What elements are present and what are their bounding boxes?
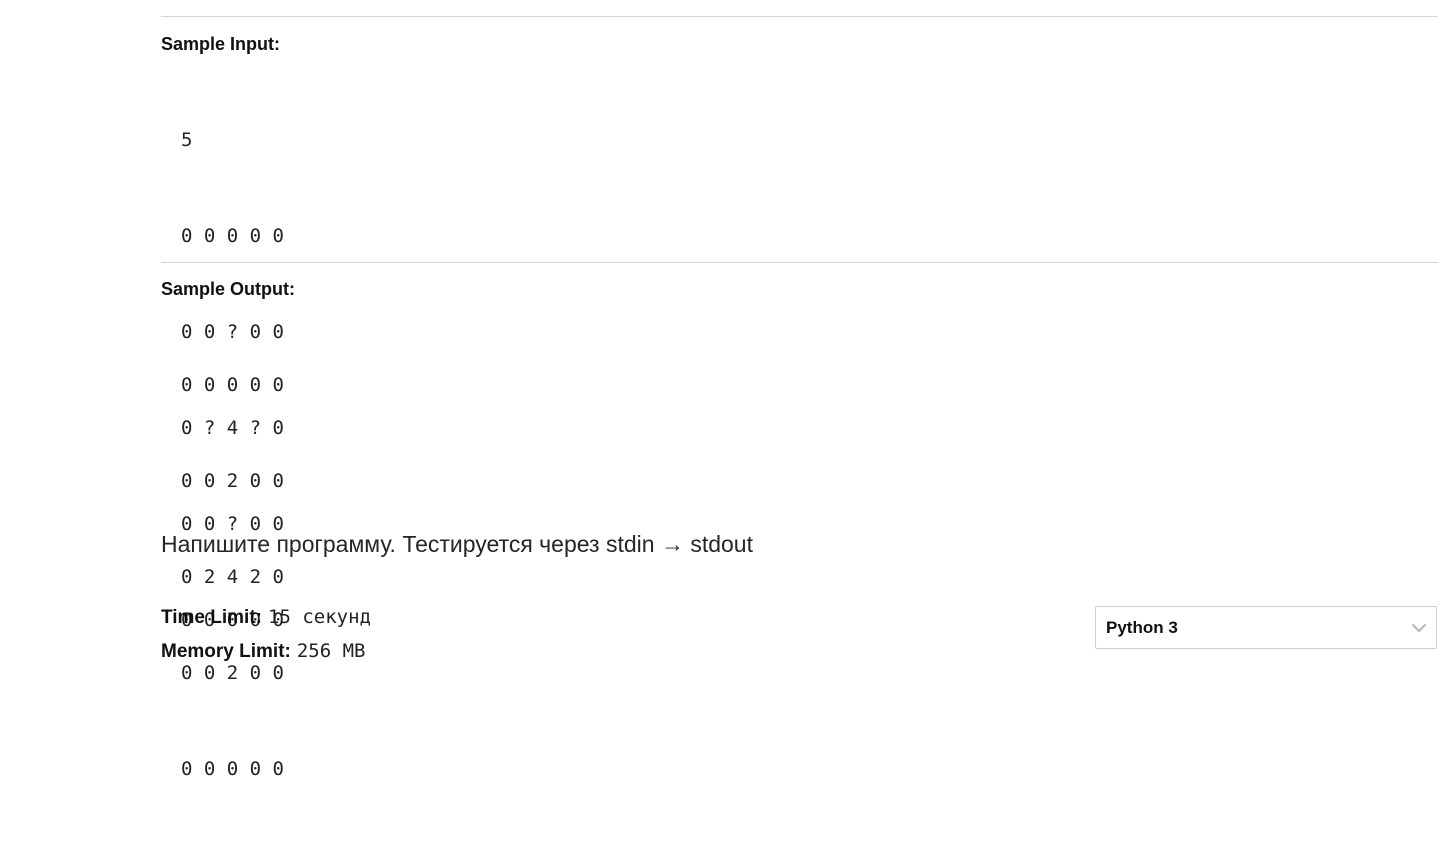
divider-middle bbox=[161, 262, 1438, 263]
chevron-down-icon bbox=[1410, 619, 1428, 637]
sample-input-line: 5 bbox=[181, 129, 193, 151]
memory-limit-label: Memory Limit: bbox=[161, 641, 291, 662]
sample-output-line: 0 0 0 0 0 bbox=[181, 374, 284, 396]
sample-output-line: 0 2 4 2 0 bbox=[181, 566, 284, 588]
sample-output-line: 0 0 2 0 0 bbox=[181, 470, 284, 492]
time-limit-label: Time Limit: bbox=[161, 607, 262, 628]
time-limit-value: 15 секунд bbox=[268, 606, 371, 628]
divider-top bbox=[161, 16, 1438, 17]
sample-input-line: 0 0 0 0 0 bbox=[181, 225, 284, 247]
memory-limit-row: Memory Limit: 256 MB bbox=[161, 638, 366, 665]
language-select[interactable]: Python 3 bbox=[1095, 606, 1437, 649]
language-select-value: Python 3 bbox=[1106, 618, 1178, 637]
memory-limit-value: 256 MB bbox=[296, 640, 366, 662]
sample-output-line: 0 0 0 0 0 bbox=[181, 758, 284, 780]
sample-output-block: 0 0 0 0 0 0 0 2 0 0 0 2 4 2 0 0 0 2 0 0 … bbox=[181, 305, 284, 849]
sample-input-heading: Sample Input: bbox=[161, 34, 281, 54]
time-limit-row: Time Limit: 15 секунд bbox=[161, 604, 371, 631]
sample-output-heading: Sample Output: bbox=[161, 279, 295, 299]
task-title: Напишите программу. Тестируется через st… bbox=[161, 531, 753, 557]
